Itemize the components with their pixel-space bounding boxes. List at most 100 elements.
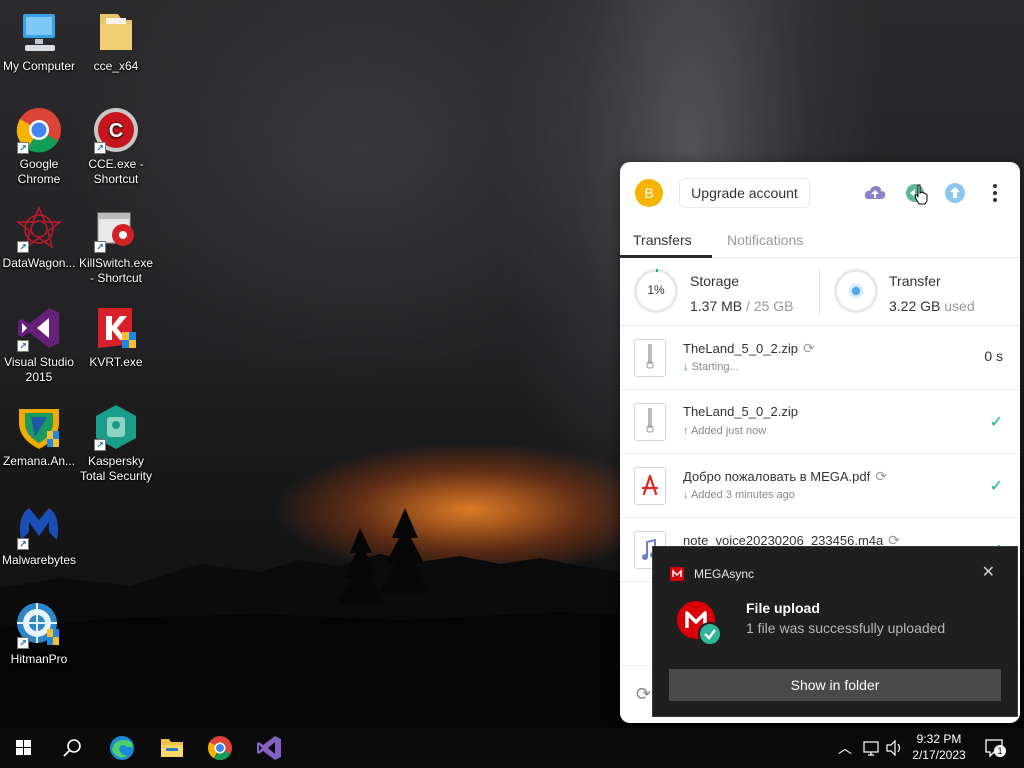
volume-icon[interactable] [884, 728, 904, 768]
taskbar-edge[interactable] [98, 728, 146, 768]
show-hidden-icons-chevron[interactable]: ︿ [838, 738, 852, 768]
taskbar-visual-studio[interactable] [245, 728, 293, 768]
desktop-icon-label: My Computer [2, 59, 76, 73]
tab-notifications[interactable]: Notifications [727, 232, 803, 248]
transfer-used: 3.22 GB [889, 298, 941, 314]
computer-icon [23, 14, 55, 51]
shortcut-arrow-icon: ↗ [17, 340, 29, 352]
desktop-icon-label: Kaspersky Total Security [79, 454, 153, 483]
usage-divider [819, 268, 820, 316]
taskbar: ︿ 9:32 PM 2/17/2023 1 [0, 728, 1024, 768]
refresh-icon[interactable]: ⟳ [636, 684, 651, 705]
windows-logo-icon [16, 740, 31, 755]
shortcut-arrow-icon: ↗ [17, 241, 29, 253]
desktop-icon-label: HitmanPro [10, 652, 68, 666]
network-icon[interactable] [861, 728, 881, 768]
zip-file-icon [634, 339, 666, 377]
clock-date: 2/17/2023 [912, 748, 966, 762]
storage-ring: 1% [634, 269, 678, 313]
avatar[interactable]: B [635, 179, 663, 207]
search-button[interactable] [48, 728, 96, 768]
storage-title: Storage [690, 273, 740, 289]
desktop-icon-datawagon[interactable]: ↗ DataWagon... [0, 205, 78, 271]
cloud-upload-icon[interactable] [863, 181, 887, 205]
tab-transfers[interactable]: Transfers [633, 232, 692, 248]
sync-icon: ⟳ [802, 340, 815, 356]
desktop-icon-google-chrome[interactable]: ↗ Google Chrome [0, 106, 78, 187]
transfer-ring [834, 269, 878, 313]
folder-icon [100, 14, 132, 50]
shortcut-arrow-icon: ↗ [94, 142, 106, 154]
zip-file-icon [634, 403, 666, 441]
file-status: ↓ Added 3 minutes ago [683, 489, 795, 501]
transfer-value: 3.22 GB used [889, 298, 975, 314]
desktop-icon-cce-shortcut[interactable]: C ↗ CCE.exe - Shortcut [77, 106, 155, 187]
system-clock[interactable]: 9:32 PM 2/17/2023 [905, 731, 973, 763]
storage-ring-label: 1% [647, 283, 665, 297]
mega-logo-icon [677, 601, 722, 646]
desktop-icon-label: cce_x64 [93, 59, 139, 73]
desktop-icon-visual-studio[interactable]: ↗ Visual Studio 2015 [0, 304, 78, 385]
file-name: Добро пожаловать в MEGA.pdf ⟳ [683, 468, 887, 484]
pdf-file-icon [634, 467, 666, 505]
desktop-icon-label: DataWagon... [2, 256, 76, 270]
desktop-icon-label: CCE.exe - Shortcut [88, 157, 144, 186]
file-name: TheLand_5_0_2.zip ⟳ [683, 340, 815, 356]
desktop-icon-cce-x64[interactable]: cce_x64 [77, 8, 155, 74]
zemana-icon [19, 409, 59, 449]
desktop-icon-label: KillSwitch.exe - Shortcut [78, 256, 154, 285]
download-arrow-icon: ↓ [683, 489, 689, 501]
taskbar-chrome[interactable] [196, 728, 244, 768]
desktop-icon-label: Malwarebytes [1, 553, 77, 567]
kvrt-icon [98, 308, 136, 348]
taskbar-file-explorer[interactable] [148, 728, 196, 768]
transfer-row[interactable]: Добро пожаловать в MEGA.pdf ⟳ ↓ Added 3 m… [620, 454, 1020, 518]
desktop-icon-killswitch[interactable]: ↗ KillSwitch.exe - Shortcut [77, 205, 155, 286]
usage-summary: 1% Storage 1.37 MB / 25 GB Transfer 3.22… [620, 258, 1020, 326]
show-in-folder-button[interactable]: Show in folder [669, 669, 1001, 701]
checkmark-icon: ✓ [989, 414, 1003, 431]
desktop-icon-my-computer[interactable]: My Computer [0, 8, 78, 74]
toast-title: File upload [746, 600, 820, 616]
desktop-icon-malwarebytes[interactable]: ↗ Malwarebytes [0, 502, 78, 568]
more-options-icon[interactable] [983, 181, 1007, 205]
transfer-row[interactable]: TheLand_5_0_2.zip ↑ Added just now ✓ [620, 390, 1020, 454]
mouse-cursor-icon [914, 184, 928, 205]
shortcut-arrow-icon: ↗ [17, 142, 29, 154]
storage-total: / 25 GB [746, 298, 794, 314]
notification-count-badge: 1 [994, 745, 1006, 757]
desktop-icon-label: Google Chrome [17, 157, 61, 186]
sync-icon: ⟳ [875, 468, 887, 484]
start-button[interactable] [0, 728, 48, 768]
transfer-suffix: used [944, 298, 975, 314]
transfer-time: 0 s [984, 348, 1003, 364]
desktop-icon-kvrt[interactable]: KVRT.exe [77, 304, 155, 370]
visual-studio-icon [257, 736, 281, 760]
edge-icon [110, 736, 134, 760]
upload-arrow-icon[interactable] [943, 181, 967, 205]
toast-notification: MEGAsync ✕ File upload 1 file was succes… [652, 546, 1018, 717]
shortcut-arrow-icon: ↗ [17, 637, 29, 649]
toast-message: 1 file was successfully uploaded [746, 620, 946, 636]
upgrade-account-button[interactable]: Upgrade account [679, 178, 810, 208]
transfer-dot-icon [849, 284, 863, 298]
search-icon [63, 739, 81, 757]
close-icon[interactable]: ✕ [982, 562, 995, 582]
file-name: TheLand_5_0_2.zip [683, 404, 798, 419]
upload-arrow-icon: ↑ [683, 425, 689, 437]
desktop-icon-label: Visual Studio 2015 [4, 355, 74, 384]
checkmark-icon: ✓ [989, 478, 1003, 495]
desktop-icon-label: Zemana.An... [2, 454, 76, 468]
svg-text:C: C [109, 120, 123, 142]
file-status: ↑ Added just now [683, 425, 767, 437]
action-center-button[interactable]: 1 [982, 728, 1006, 768]
desktop-icon-kaspersky[interactable]: ↗ Kaspersky Total Security [77, 403, 155, 484]
transfer-row[interactable]: TheLand_5_0_2.zip ⟳ ↓ Starting... 0 s [620, 326, 1020, 390]
shortcut-arrow-icon: ↗ [94, 439, 106, 451]
desktop-icon-hitmanpro[interactable]: ↗ HitmanPro [0, 601, 78, 667]
chrome-icon [208, 736, 232, 760]
desktop-icon-zemana[interactable]: Zemana.An... [0, 403, 78, 469]
clock-time: 9:32 PM [916, 732, 962, 746]
mega-header: B Upgrade account [620, 162, 1020, 224]
file-status: ↓ Starting... [683, 361, 739, 373]
